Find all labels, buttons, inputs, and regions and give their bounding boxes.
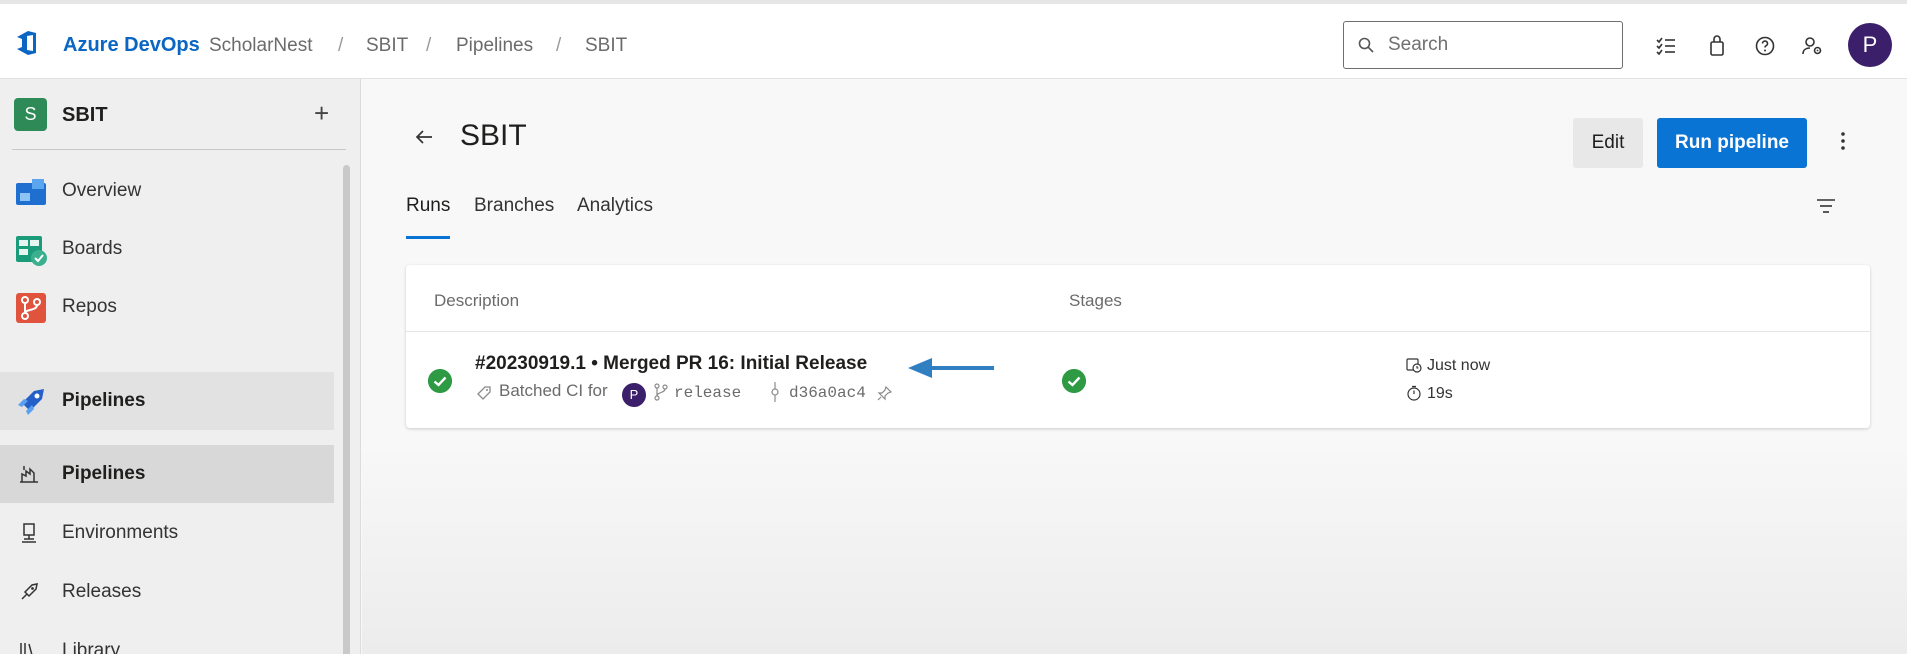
top-bar: Azure DevOps ScholarNest / SBIT / Pipeli… [0,0,1907,79]
more-options-icon[interactable] [1840,131,1846,151]
releases-icon [21,583,38,600]
sidebar-subitem-pipelines[interactable]: Pipelines [0,445,334,503]
sidebar: S SBIT + Overview Boards Repos Pipelines… [0,79,361,654]
sidebar-item-boards[interactable]: Boards [0,220,334,278]
sidebar-item-repos[interactable]: Repos [0,278,334,336]
active-tab-indicator [406,236,450,239]
breadcrumb-organization[interactable]: ScholarNest [209,35,313,57]
sidebar-item-label: Boards [62,238,123,259]
divider [406,331,1870,332]
page-title: SBIT [460,119,527,152]
shopping-bag-icon[interactable] [1705,34,1729,58]
success-status-icon [428,369,452,393]
calendar-clock-icon [1406,358,1422,373]
azure-devops-logo-icon[interactable] [14,28,44,58]
boards-icon [16,236,47,266]
sidebar-item-label: Repos [62,296,117,317]
run-commit[interactable]: d36a0ac4 [789,384,866,402]
brand-name[interactable]: Azure DevOps [63,34,200,57]
breadcrumb-pipelines[interactable]: Pipelines [456,35,533,57]
sidebar-subitem-library[interactable]: Library [0,622,334,654]
runs-table: Description Stages #20230919.1 • Merged … [406,265,1870,428]
project-badge[interactable]: S [14,98,47,131]
library-icon [20,643,33,654]
run-duration: 19s [1427,385,1453,402]
user-settings-icon[interactable] [1801,34,1825,58]
sidebar-item-overview[interactable]: Overview [0,162,334,220]
tag-icon [477,386,491,400]
breadcrumb-project[interactable]: SBIT [366,35,408,57]
sidebar-item-label: Pipelines [62,463,146,484]
sidebar-item-label: Overview [62,180,142,201]
search-icon [1358,37,1374,53]
pipelines-icon [18,389,44,415]
tab-runs[interactable]: Runs [406,195,450,217]
filter-icon[interactable] [1816,197,1836,215]
add-icon[interactable]: + [314,98,329,129]
run-branch[interactable]: release [674,384,741,402]
overview-icon [16,179,46,205]
user-avatar[interactable]: P [1848,23,1892,67]
breadcrumb-pipeline[interactable]: SBIT [585,35,627,57]
sidebar-item-label: Releases [62,581,142,602]
column-header-description: Description [434,291,520,310]
sidebar-item-label: Library [62,640,121,654]
breadcrumb-separator: / [426,35,432,56]
environments-icon [22,523,36,543]
back-arrow-icon[interactable] [414,127,434,147]
sidebar-item-label: Environments [62,522,179,543]
breadcrumb-separator: / [556,35,562,56]
search-input[interactable] [1388,32,1608,58]
run-title[interactable]: #20230919.1 • Merged PR 16: Initial Rele… [475,353,867,375]
tab-analytics[interactable]: Analytics [577,195,653,217]
branch-icon [654,383,668,401]
sidebar-subitem-releases[interactable]: Releases [0,563,334,621]
sidebar-scrollbar[interactable] [343,165,350,654]
pipelines-sub-icon [20,466,38,483]
pin-icon[interactable] [877,386,892,401]
stopwatch-icon [1407,385,1421,401]
project-name[interactable]: SBIT [62,104,108,127]
sidebar-item-label: Pipelines [62,390,146,411]
divider [12,149,346,150]
commit-icon [771,382,779,402]
run-trigger: Batched CI for [499,381,608,400]
stage-success-icon[interactable] [1062,369,1086,393]
sidebar-item-pipelines[interactable]: Pipelines [0,372,334,430]
annotation-arrow-icon [908,358,994,378]
avatar[interactable]: P [622,383,646,407]
edit-button[interactable]: Edit [1573,118,1643,168]
breadcrumb-separator: / [338,35,344,56]
run-time: Just now [1427,357,1491,374]
task-list-icon[interactable] [1654,34,1678,58]
tab-branches[interactable]: Branches [474,195,554,217]
help-icon[interactable] [1753,34,1777,58]
search-box[interactable] [1343,21,1623,69]
repos-icon [16,293,46,323]
sidebar-subitem-environments[interactable]: Environments [0,504,334,562]
main-content: SBIT Edit Run pipeline Runs Branches Ana… [362,79,1907,654]
run-pipeline-button[interactable]: Run pipeline [1657,118,1807,168]
column-header-stages: Stages [1069,291,1122,310]
